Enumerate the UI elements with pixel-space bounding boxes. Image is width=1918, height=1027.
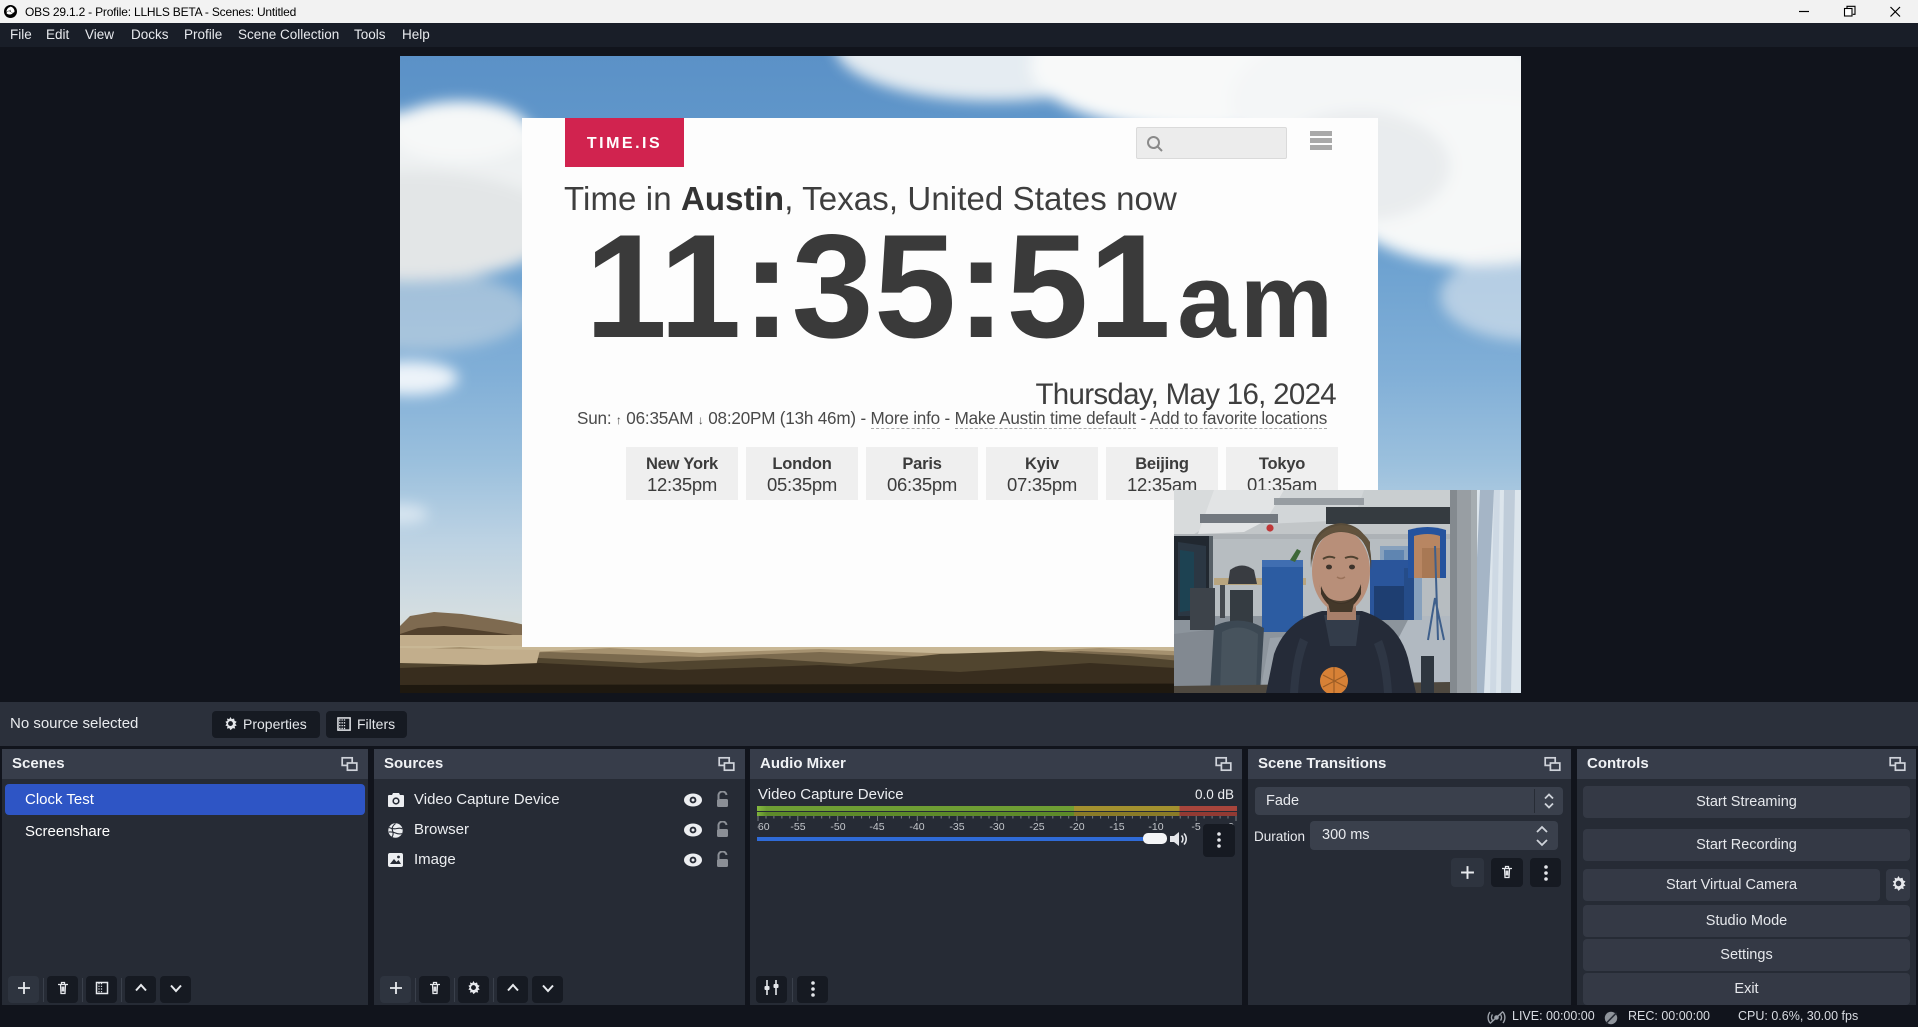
svg-text:-5: -5 — [1191, 821, 1200, 832]
svg-text:-60: -60 — [757, 821, 770, 832]
svg-text:-45: -45 — [869, 821, 884, 832]
svg-text:-20: -20 — [1069, 821, 1084, 832]
svg-text:-25: -25 — [1029, 821, 1044, 832]
svg-text:-55: -55 — [790, 821, 805, 832]
svg-text:-30: -30 — [989, 821, 1004, 832]
svg-text:-15: -15 — [1109, 821, 1124, 832]
svg-text:-40: -40 — [909, 821, 924, 832]
svg-text:-10: -10 — [1148, 821, 1163, 832]
svg-text:-50: -50 — [830, 821, 845, 832]
svg-text:-35: -35 — [949, 821, 964, 832]
